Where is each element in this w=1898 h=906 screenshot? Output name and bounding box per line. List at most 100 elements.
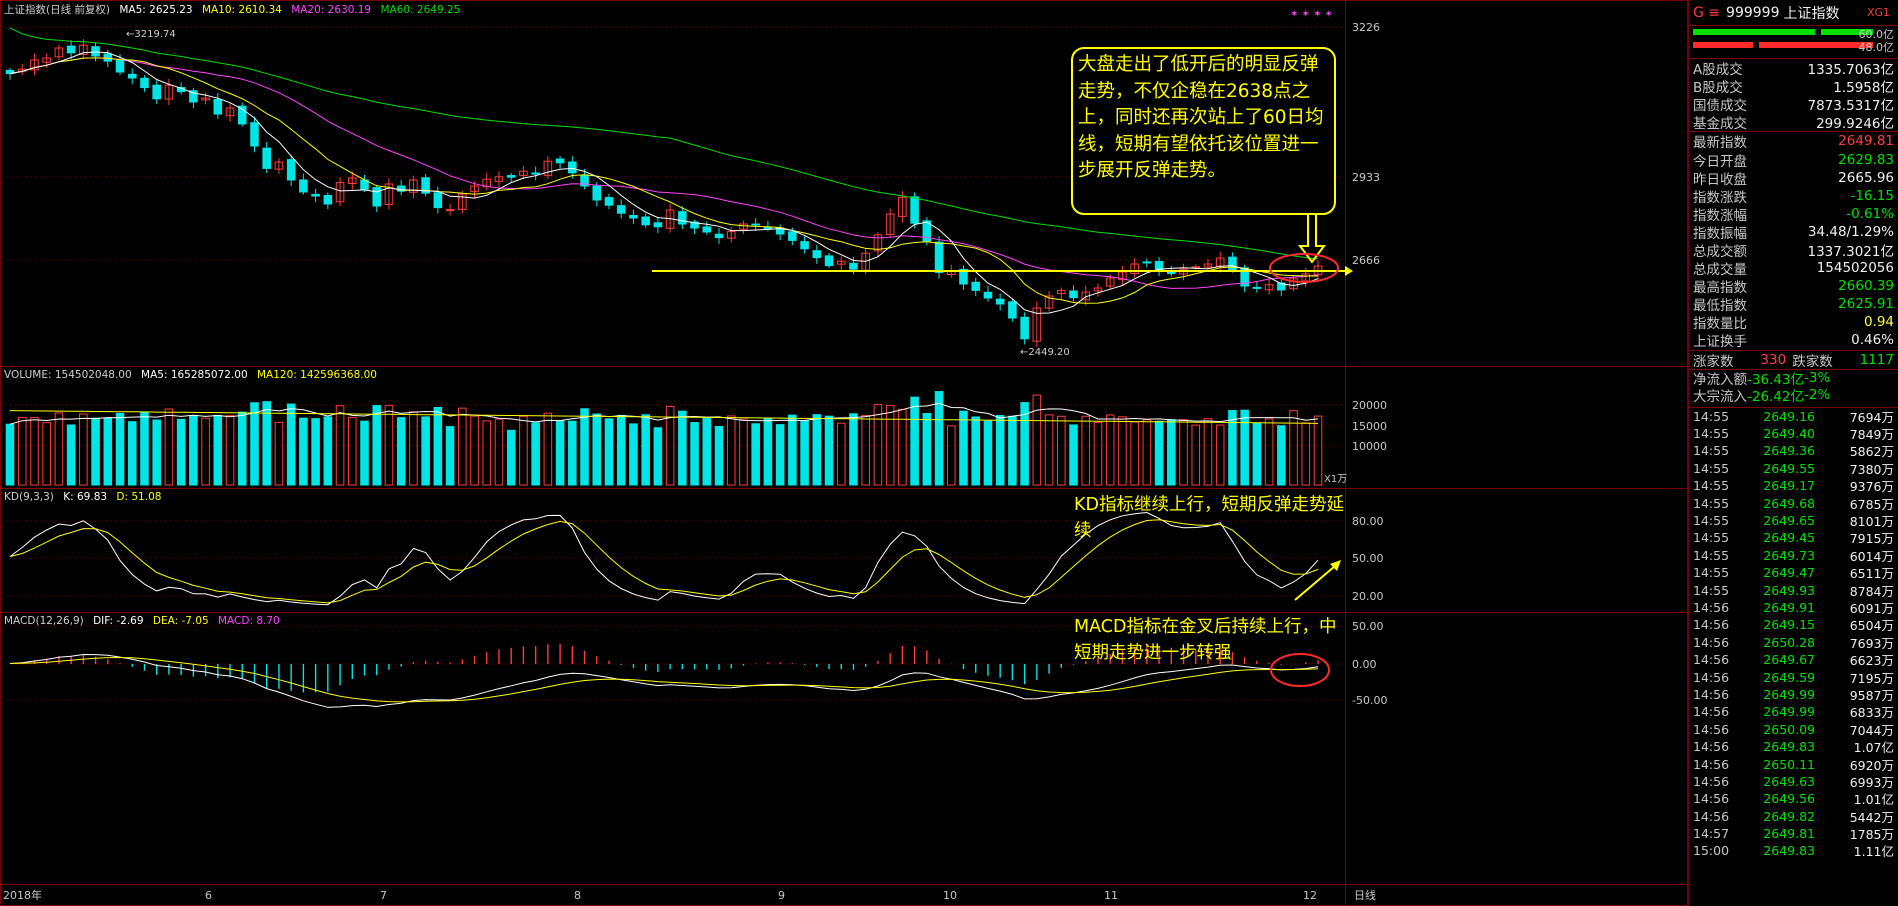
tick-row: 14:56 2649.59 7195万: [1689, 668, 1898, 686]
tick-row: 14:56 2649.63 6993万: [1689, 773, 1898, 790]
quote-header: G ≡ 999999 上证指数 XG1: [1689, 0, 1898, 26]
quote-value: -0.61%: [1846, 205, 1894, 222]
candle-body: [1069, 290, 1078, 299]
volume-bar: [66, 424, 76, 486]
tick-time: 14:56: [1693, 808, 1730, 824]
volume-bar: [775, 424, 785, 486]
tick-volume: 5442万: [1849, 809, 1894, 825]
ma5-legend: MA5: 2625.23: [119, 4, 192, 16]
volume-bar: [360, 420, 369, 486]
volume-bar: [372, 405, 382, 486]
ratio-bar-green: [1693, 29, 1815, 35]
tick-price: 2649.40: [1763, 426, 1815, 442]
tick-time: 14:55: [1693, 513, 1730, 529]
flow-row: 大宗流入 -26.42亿 -2%: [1689, 387, 1898, 405]
tick-price: 2649.59: [1763, 669, 1815, 685]
tick-volume: 9587万: [1849, 687, 1894, 703]
quote-row: 最高指数 2660.39: [1689, 277, 1898, 296]
tick-volume: 5862万: [1849, 444, 1894, 460]
candle-body: [1167, 271, 1176, 275]
tick-row: 14:55 2649.17 9376万: [1689, 477, 1898, 494]
tick-row: 14:56 2649.82 5442万: [1689, 807, 1898, 825]
tick-volume: 6014万: [1849, 548, 1894, 564]
candle-body: [592, 185, 602, 201]
volume-bar: [604, 418, 614, 486]
turnover-value: 7873.5317亿: [1807, 98, 1894, 115]
candle-body: [641, 216, 650, 226]
turnover-value: 1.5958亿: [1833, 80, 1894, 97]
volume-bar: [91, 417, 100, 486]
tick-time: 14:56: [1693, 617, 1730, 633]
volume-bar: [213, 414, 223, 486]
volume-bar: [286, 403, 296, 486]
tick-time: 14:56: [1693, 599, 1730, 615]
candle-body: [103, 53, 113, 62]
macd-tick: 50.00: [1352, 620, 1384, 633]
turnover-list: A股成交 1335.7063亿 B股成交 1.5958亿 国债成交 7873.5317亿基…: [1689, 58, 1898, 132]
tick-list[interactable]: 14:55 2649.16 7694万 14:55 2649.40 7849万 14:55 2…: [1689, 406, 1898, 860]
volume-bar: [568, 420, 577, 486]
tick-price: 2649.91: [1763, 599, 1815, 615]
quote-label: 总成交额: [1693, 243, 1747, 260]
volume-legend: VOLUME: 154502048.00 MA5: 165285072.00 M…: [4, 369, 377, 381]
candle-body: [115, 59, 125, 73]
tick-row: 14:56 2649.99 9587万: [1689, 686, 1898, 703]
volume-unit: X1万: [1324, 474, 1347, 485]
quote-value: 0.46%: [1851, 332, 1894, 349]
candle-body: [311, 193, 320, 197]
candle-body: [934, 241, 944, 273]
volume-bar: [922, 412, 932, 486]
quote-value: 2649.81: [1838, 133, 1894, 150]
candle-body: [445, 209, 455, 212]
tick-time: 14:56: [1693, 652, 1730, 668]
tick-price: 2649.67: [1763, 652, 1815, 668]
candle-body: [1191, 266, 1201, 269]
tick-price: 2649.81: [1763, 826, 1815, 842]
tick-volume: 9376万: [1849, 479, 1894, 495]
quote-row: 上证换手 0.46%: [1689, 331, 1898, 350]
volume-bar: [751, 423, 760, 486]
candle-body: [616, 205, 626, 214]
quote-label: 指数振幅: [1693, 225, 1747, 242]
annotation-kd: KD指标继续上行，短期反弹走势延续: [1074, 495, 1344, 541]
flow-pct: -2%: [1804, 387, 1831, 403]
turnover-row: B股成交 1.5958亿: [1689, 77, 1898, 97]
quote-row: 总成交量 154502056: [1689, 259, 1898, 278]
candle-body: [91, 46, 100, 57]
quote-label: 指数量比: [1693, 316, 1747, 333]
candle-body: [140, 77, 149, 89]
kd-legend: KD(9,3,3) K: 69.83 D: 51.08: [4, 491, 161, 503]
index-tag: XG1: [1866, 6, 1890, 19]
tick-price: 2650.28: [1763, 634, 1815, 650]
tick-time: 14:56: [1693, 686, 1730, 702]
kline-chart[interactable]: 上证指数(日线 前复权) MA5: 2625.23 MA10: 2610.34 …: [0, 0, 1688, 906]
tick-price: 2649.82: [1763, 808, 1815, 824]
index-code: 999999: [1726, 4, 1780, 21]
flow-pct: -3%: [1804, 370, 1831, 386]
x-tick: 2018年: [3, 888, 42, 902]
macd-tick: -50.00: [1352, 694, 1387, 707]
volume-bar: [1069, 424, 1078, 486]
tick-price: 2649.36: [1763, 443, 1815, 459]
x-tick: 7: [380, 889, 387, 902]
volume-bar: [127, 421, 137, 486]
high-label: ←3219.74: [126, 29, 176, 40]
tick-volume: 1.11亿: [1853, 844, 1894, 860]
volume-bar: [555, 419, 565, 486]
tick-time: 14:56: [1693, 791, 1730, 807]
volume-bar: [1167, 419, 1176, 486]
turnover-value: 1335.7063亿: [1807, 62, 1894, 79]
volume-bar: [152, 419, 161, 486]
tick-volume: 1.07亿: [1853, 740, 1894, 756]
tick-row: 14:55 2649.73 6014万: [1689, 547, 1898, 564]
ratio-bar-red: [1693, 42, 1753, 48]
tick-volume: 7693万: [1849, 635, 1894, 651]
tick-price: 2649.55: [1763, 460, 1815, 476]
quote-row: 指数振幅 34.48/1.29%: [1689, 223, 1898, 242]
tick-price: 2649.73: [1763, 547, 1815, 563]
turnover-row: A股成交 1335.7063亿: [1689, 59, 1898, 79]
tick-time: 14:55: [1693, 443, 1730, 459]
candle-body: [531, 172, 540, 175]
tick-price: 2649.56: [1763, 791, 1815, 807]
volume-tick: 20000: [1352, 399, 1387, 412]
